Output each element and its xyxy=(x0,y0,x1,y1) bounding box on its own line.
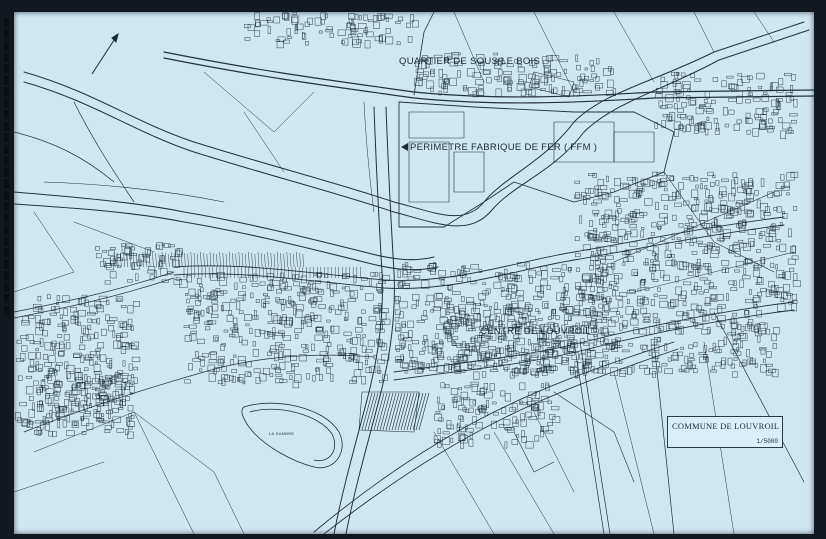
left-triangle-icon xyxy=(401,143,408,151)
binding-hole xyxy=(4,98,9,108)
binding-hole xyxy=(4,110,9,119)
hatched-parcel xyxy=(358,391,430,433)
ring-binding xyxy=(2,18,12,318)
label-centre: CENTRE DE LOUVROIL xyxy=(480,326,591,337)
binding-hole xyxy=(4,167,9,177)
legend-code: 1/5000 xyxy=(756,438,778,445)
binding-hole xyxy=(4,179,9,188)
binding-hole xyxy=(4,64,9,73)
town-street xyxy=(173,216,795,534)
main-road xyxy=(333,101,395,534)
binding-hole xyxy=(4,225,9,234)
binding-hole xyxy=(4,144,9,154)
label-perimetre: PERIMETRE FABRIQUE DE FER ( FFM ) xyxy=(410,142,597,153)
binding-hole xyxy=(4,52,9,62)
legend-title: COMMUNE DE LOUVROIL xyxy=(672,421,780,431)
binding-hole xyxy=(4,75,9,85)
binding-hole xyxy=(4,121,9,131)
label-quartier: QUARTIER DE SOUS LE BOIS xyxy=(399,56,540,67)
binding-hole xyxy=(4,18,9,27)
binding-hole xyxy=(4,190,9,200)
binding-hole xyxy=(4,271,9,280)
binding-hole xyxy=(4,236,9,246)
binding-hole xyxy=(4,294,9,303)
binding-hole xyxy=(4,156,9,165)
label-small-road: LA SAMBRE xyxy=(269,431,294,436)
binding-hole xyxy=(4,202,9,211)
binding-hole xyxy=(4,213,9,223)
binding-hole xyxy=(4,29,9,39)
binding-hole xyxy=(4,41,9,50)
north-arrow-icon xyxy=(91,32,119,75)
binding-hole xyxy=(4,248,9,257)
city-map: QUARTIER DE SOUS LE BOIS PERIMETRE FABRI… xyxy=(14,12,814,534)
canal xyxy=(23,21,810,227)
binding-hole xyxy=(4,259,9,269)
binding-hole xyxy=(4,305,9,315)
binding-hole xyxy=(4,282,9,292)
binding-hole xyxy=(4,87,9,96)
map-sheet: QUARTIER DE SOUS LE BOIS PERIMETRE FABRI… xyxy=(14,12,814,534)
ffm-perimeter xyxy=(398,101,675,228)
legend-box: COMMUNE DE LOUVROIL 1/5000 xyxy=(667,416,783,448)
binding-hole xyxy=(4,133,9,142)
